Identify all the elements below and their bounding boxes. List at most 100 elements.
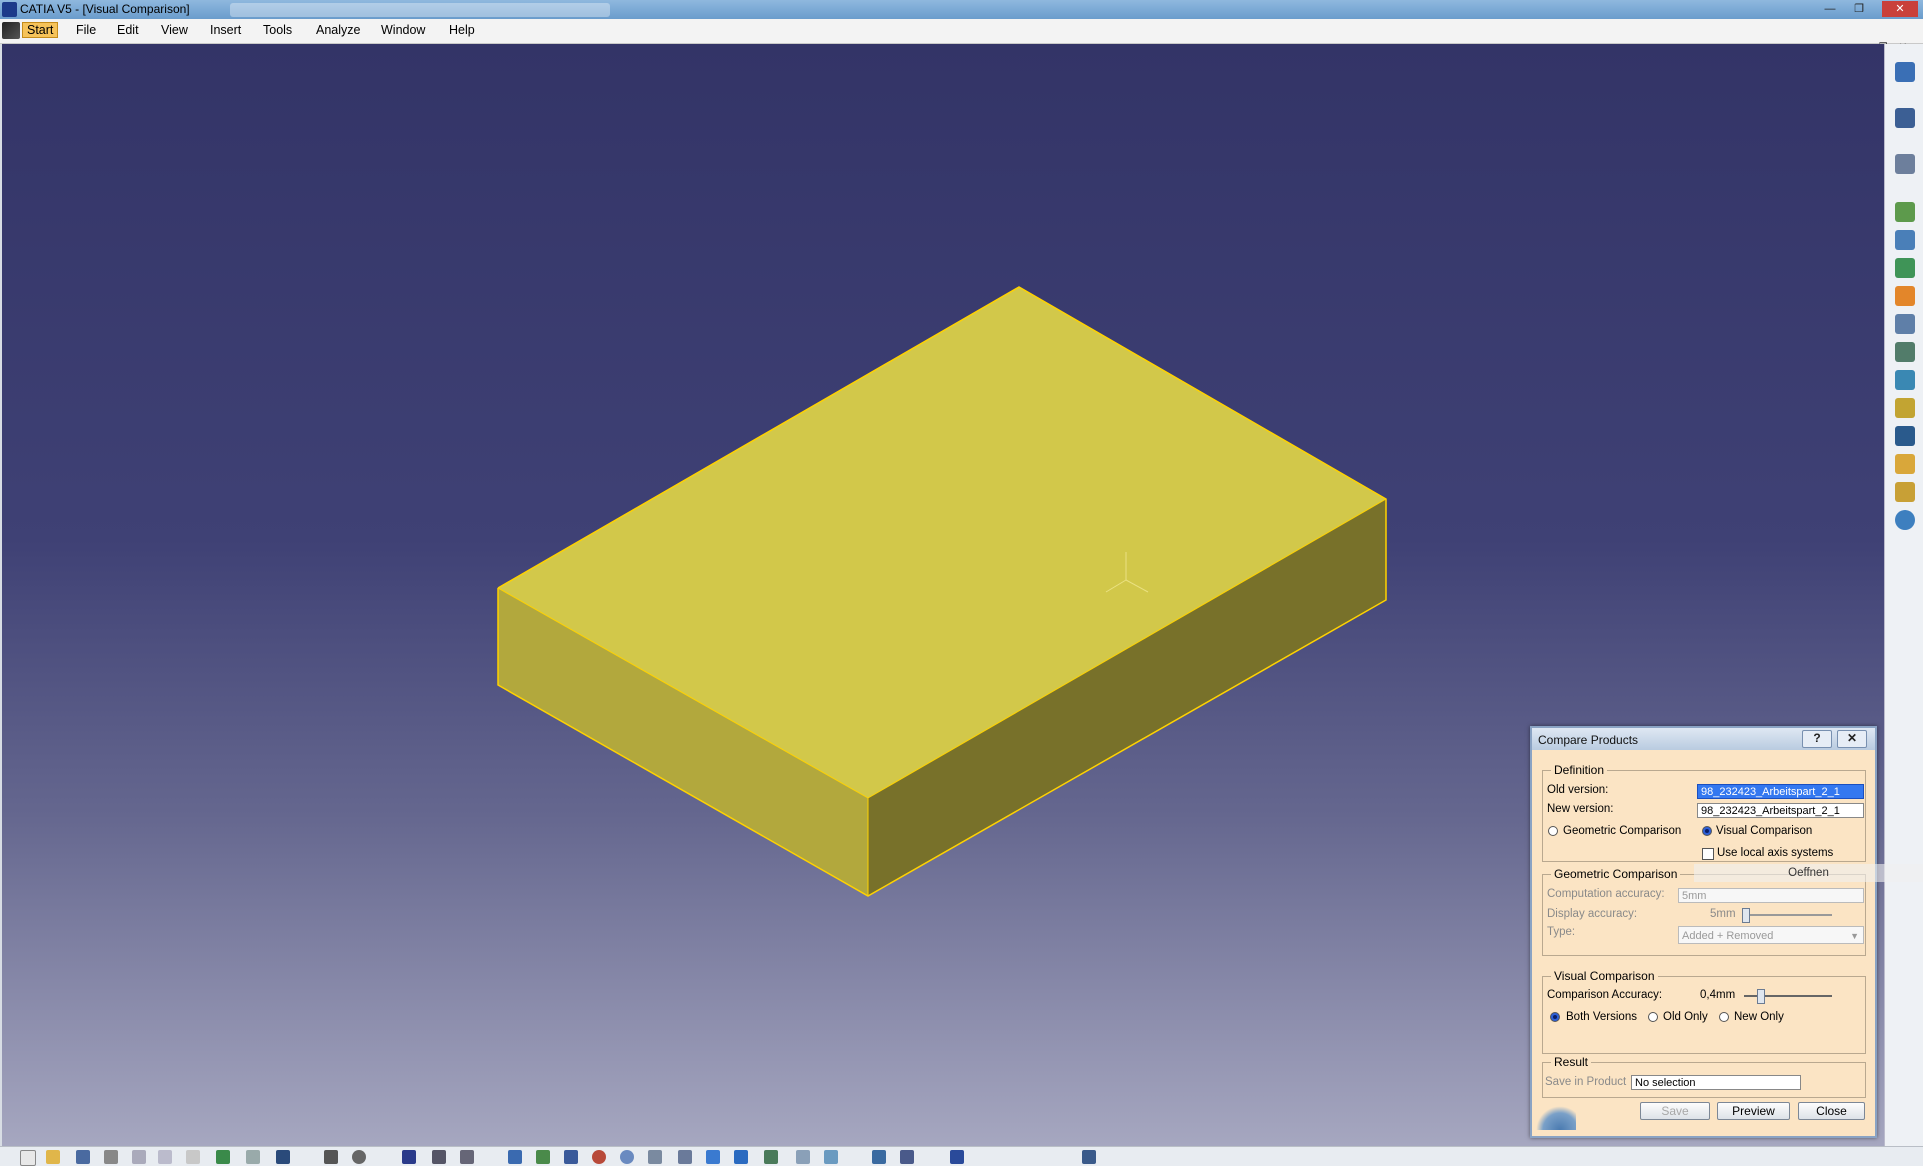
visual-comparison-label[interactable]: Visual Comparison <box>1716 825 1812 837</box>
table-icon[interactable] <box>402 1150 416 1164</box>
dialog-close-button[interactable]: Close <box>1798 1102 1865 1120</box>
pan-icon[interactable] <box>536 1150 550 1164</box>
catia-app-icon <box>2 2 17 17</box>
text-icon[interactable] <box>1895 426 1915 446</box>
menu-tools[interactable]: Tools <box>263 23 292 37</box>
type-dropdown[interactable]: Added + Removed ▼ <box>1678 926 1864 944</box>
menu-bar: Start File Edit View Insert Tools Analyz… <box>0 19 1923 53</box>
cut-icon[interactable] <box>132 1150 146 1164</box>
right-toolbar <box>1884 44 1923 1146</box>
close-button[interactable]: ✕ <box>1882 1 1918 17</box>
menu-file[interactable]: File <box>76 23 96 37</box>
window-title-bar: CATIA V5 - [Visual Comparison] — ❐ ✕ <box>0 0 1923 19</box>
snap-icon[interactable] <box>1895 154 1915 174</box>
swap-icon[interactable] <box>764 1150 778 1164</box>
display-accuracy-slider-track[interactable] <box>1744 914 1832 916</box>
new-only-label[interactable]: New Only <box>1734 1011 1784 1023</box>
3d-view-icon[interactable] <box>706 1150 720 1164</box>
hide-show-icon[interactable] <box>734 1150 748 1164</box>
oeffnen-tooltip: Oeffnen <box>1694 864 1923 882</box>
refresh-icon[interactable] <box>1082 1150 1096 1164</box>
chevron-down-icon: ▼ <box>1850 931 1859 941</box>
explode-icon[interactable] <box>1895 286 1915 306</box>
menu-window[interactable]: Window <box>381 23 425 37</box>
display-accuracy-slider-thumb[interactable] <box>1742 908 1750 923</box>
menu-insert[interactable]: Insert <box>210 23 241 37</box>
minimize-button[interactable]: — <box>1817 1 1843 17</box>
globe-icon[interactable] <box>1895 510 1915 530</box>
both-versions-label[interactable]: Both Versions <box>1566 1011 1637 1023</box>
iso-view-icon[interactable] <box>678 1150 692 1164</box>
zoom-out-icon[interactable] <box>620 1150 634 1164</box>
dialog-title-bar[interactable]: Compare Products ? ✕ <box>1532 728 1875 750</box>
app-switch-icon[interactable] <box>1895 62 1915 82</box>
dialog-help-button[interactable]: ? <box>1802 730 1832 748</box>
render-alt-icon[interactable] <box>824 1150 838 1164</box>
save-icon[interactable] <box>76 1150 90 1164</box>
dialog-close-icon[interactable]: ✕ <box>1837 730 1867 748</box>
compare-icon[interactable] <box>1895 202 1915 222</box>
menu-start[interactable]: Start <box>22 22 59 38</box>
zoom-in-icon[interactable] <box>592 1150 606 1164</box>
clash-icon[interactable] <box>1895 370 1915 390</box>
update-icon[interactable] <box>950 1150 964 1164</box>
geometric-comparison-radio[interactable] <box>1548 826 1558 836</box>
select-arrow-icon[interactable] <box>1895 108 1915 128</box>
paste-icon[interactable] <box>186 1150 200 1164</box>
save-button[interactable]: Save <box>1640 1102 1710 1120</box>
new-only-radio[interactable] <box>1719 1012 1729 1022</box>
fly-icon[interactable] <box>324 1150 338 1164</box>
rotate-icon[interactable] <box>564 1150 578 1164</box>
measure-icon[interactable] <box>1895 314 1915 334</box>
menu-view[interactable]: View <box>161 23 188 37</box>
menu-edit[interactable]: Edit <box>117 23 139 37</box>
save-in-product-label: Save in Product <box>1545 1076 1627 1088</box>
comparison-accuracy-value: 0,4mm <box>1700 989 1736 1001</box>
old-version-field[interactable]: 98_232423_Arbeitspart_2_1 <box>1697 784 1864 799</box>
2d-view-icon[interactable] <box>1895 454 1915 474</box>
measure-icon[interactable] <box>460 1150 474 1164</box>
open-icon[interactable] <box>46 1150 60 1164</box>
undo-icon[interactable] <box>216 1150 230 1164</box>
old-only-radio[interactable] <box>1648 1012 1658 1022</box>
new-version-field[interactable]: 98_232423_Arbeitspart_2_1 <box>1697 803 1864 818</box>
catia-logo-icon[interactable] <box>2 22 20 39</box>
definition-group-label: Definition <box>1551 763 1608 777</box>
assembly-icon[interactable] <box>1895 258 1915 278</box>
fit-all-icon[interactable] <box>508 1150 522 1164</box>
new-version-label: New version: <box>1547 803 1614 815</box>
save-in-product-field[interactable]: No selection <box>1631 1075 1801 1090</box>
shading-icon[interactable] <box>432 1150 446 1164</box>
display-accuracy-value: 5mm <box>1710 908 1736 920</box>
help-icon[interactable] <box>276 1150 290 1164</box>
use-local-axis-checkbox[interactable] <box>1702 848 1714 860</box>
redo-icon[interactable] <box>246 1150 260 1164</box>
use-local-axis-label[interactable]: Use local axis systems <box>1717 847 1833 859</box>
display-accuracy-label: Display accuracy: <box>1547 908 1638 920</box>
both-versions-radio[interactable] <box>1550 1012 1560 1022</box>
geometric-comparison-label[interactable]: Geometric Comparison <box>1563 825 1681 837</box>
compass-icon[interactable] <box>352 1150 366 1164</box>
menu-analyze[interactable]: Analyze <box>316 23 360 37</box>
result-group-label: Result <box>1551 1055 1592 1069</box>
normal-view-icon[interactable] <box>648 1150 662 1164</box>
old-only-label[interactable]: Old Only <box>1663 1011 1708 1023</box>
product-icon[interactable] <box>1895 230 1915 250</box>
layer-icon[interactable] <box>900 1150 914 1164</box>
comparison-accuracy-slider-thumb[interactable] <box>1757 989 1765 1004</box>
preview-button[interactable]: Preview <box>1717 1102 1790 1120</box>
catia-watermark-icon <box>1536 1106 1576 1130</box>
render-icon[interactable] <box>796 1150 810 1164</box>
sectioning-icon[interactable] <box>1895 342 1915 362</box>
2d-view-alt-icon[interactable] <box>1895 482 1915 502</box>
computation-accuracy-field[interactable]: 5mm <box>1678 888 1864 903</box>
visual-comparison-radio[interactable] <box>1702 826 1712 836</box>
print-icon[interactable] <box>104 1150 118 1164</box>
new-icon[interactable] <box>20 1150 36 1166</box>
menu-help[interactable]: Help <box>449 23 475 37</box>
annotation-icon[interactable] <box>1895 398 1915 418</box>
material-icon[interactable] <box>872 1150 886 1164</box>
copy-icon[interactable] <box>158 1150 172 1164</box>
maximize-button[interactable]: ❐ <box>1846 1 1872 17</box>
background-tabs <box>230 3 610 17</box>
